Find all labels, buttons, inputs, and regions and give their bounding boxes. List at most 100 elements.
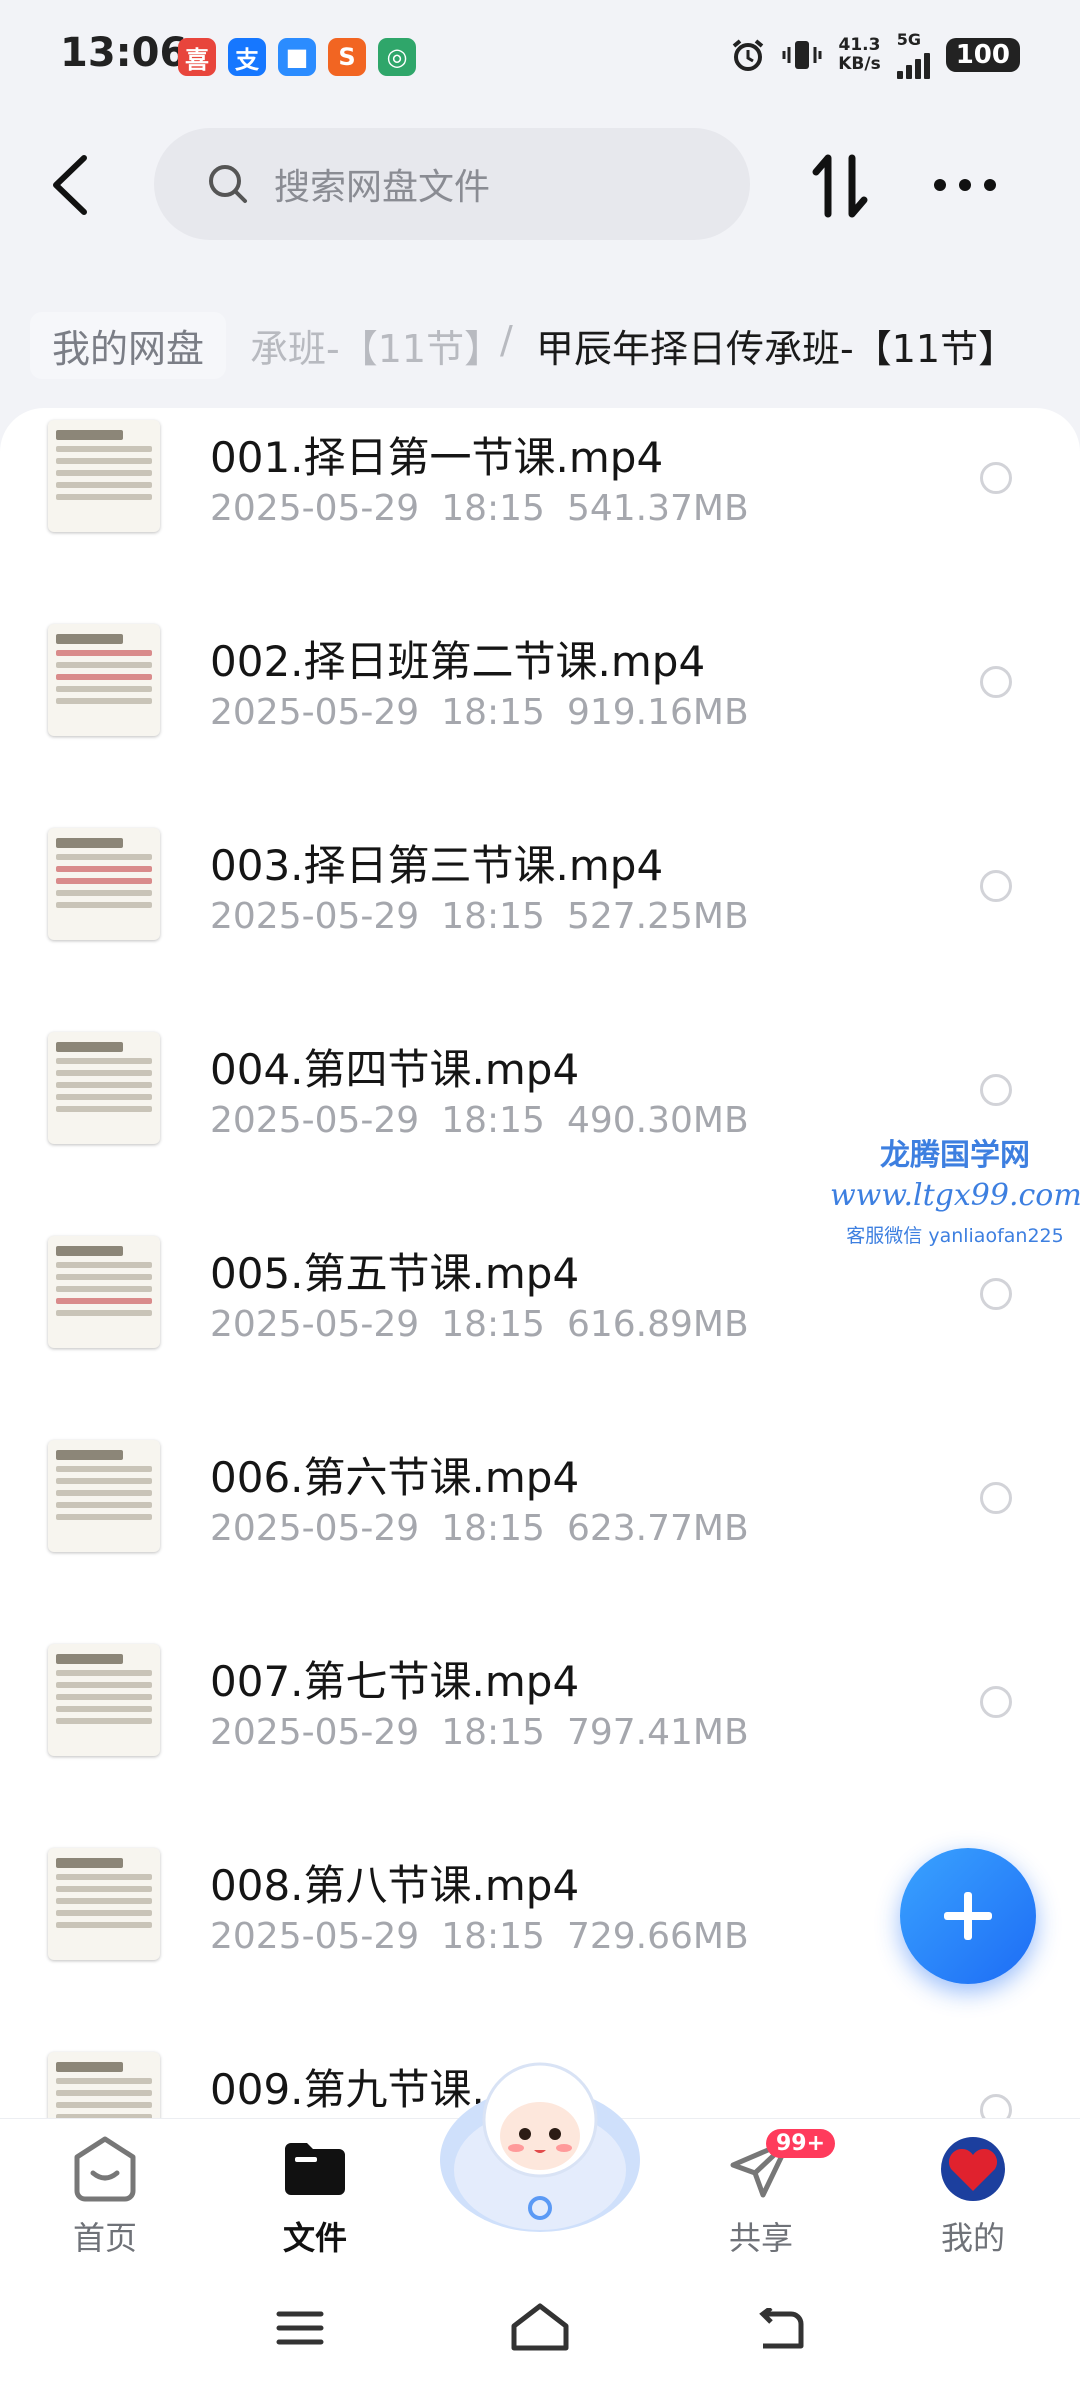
app-blue-icon: ■ <box>278 38 316 76</box>
file-row[interactable]: 003.择日第三节课.mp4 2025-05-29 18:15 527.25MB <box>0 816 1080 1020</box>
file-meta: 2025-05-29 18:15 490.30MB <box>210 1100 749 1141</box>
video-thumbnail <box>48 624 160 736</box>
file-meta: 2025-05-29 18:15 541.37MB <box>210 488 749 529</box>
home-face-icon <box>74 2136 136 2202</box>
file-row[interactable]: 001.择日第一节课.mp4 2025-05-29 18:15 541.37MB <box>0 408 1080 612</box>
network-speed: 41.3 KB/s <box>838 34 881 74</box>
more-options-icon[interactable] <box>930 165 1000 205</box>
tab-me[interactable]: 我的 <box>898 2133 1048 2259</box>
search-placeholder: 搜索网盘文件 <box>274 167 491 208</box>
file-name: 006.第六节课.mp4 <box>210 1453 580 1502</box>
back-icon[interactable] <box>755 2308 805 2352</box>
mascot-button[interactable] <box>430 2040 650 2240</box>
file-meta: 2025-05-29 18:15 527.25MB <box>210 896 749 937</box>
select-radio[interactable] <box>980 870 1012 902</box>
file-size: 541.37MB <box>566 488 749 529</box>
breadcrumb-root[interactable]: 我的网盘 <box>30 312 227 379</box>
select-radio[interactable] <box>980 1278 1012 1310</box>
file-meta: 2025-05-29 18:15 729.66MB <box>210 1916 749 1957</box>
heart-avatar-icon <box>941 2137 1005 2201</box>
file-row[interactable]: 006.第六节课.mp4 2025-05-29 18:15 623.77MB <box>0 1428 1080 1632</box>
file-meta: 2025-05-29 18:15 623.77MB <box>210 1508 749 1549</box>
file-name: 005.第五节课.mp4 <box>210 1249 580 1298</box>
file-size: 490.30MB <box>566 1100 749 1141</box>
file-date: 2025-05-29 <box>210 1100 420 1141</box>
file-name: 008.第八节课.mp4 <box>210 1861 580 1910</box>
file-time: 18:15 <box>441 1508 545 1549</box>
sort-icon[interactable] <box>810 150 870 222</box>
folder-icon <box>285 2143 345 2195</box>
video-thumbnail <box>48 1440 160 1552</box>
file-date: 2025-05-29 <box>210 692 420 733</box>
video-thumbnail <box>48 1236 160 1348</box>
signal-type: 5G <box>896 30 921 49</box>
file-name: 007.第七节课.mp4 <box>210 1657 580 1706</box>
file-row[interactable]: 007.第七节课.mp4 2025-05-29 18:15 797.41MB <box>0 1632 1080 1836</box>
tab-share[interactable]: 99+ 共享 <box>686 2129 836 2259</box>
video-thumbnail <box>48 828 160 940</box>
tab-home[interactable]: 首页 <box>30 2133 180 2259</box>
video-thumbnail <box>48 1032 160 1144</box>
breadcrumb-parent[interactable]: 承班-【11节】 <box>250 318 502 373</box>
video-thumbnail <box>48 1848 160 1960</box>
breadcrumb: 承班-【11节】 我的网盘 / 甲辰年择日传承班-【11节】 <box>0 300 1080 390</box>
search-bar[interactable]: 搜索网盘文件 <box>154 128 750 240</box>
network-speed-unit: KB/s <box>838 53 881 74</box>
vibrate-icon <box>782 40 822 69</box>
file-name: 001.择日第一节课.mp4 <box>210 433 664 482</box>
back-arrow-icon[interactable] <box>44 150 100 220</box>
file-date: 2025-05-29 <box>210 896 420 937</box>
file-size: 616.89MB <box>566 1304 749 1345</box>
watermark-url: www.ltgx99.com <box>830 1178 1080 1213</box>
file-date: 2025-05-29 <box>210 488 420 529</box>
file-date: 2025-05-29 <box>210 1508 420 1549</box>
file-row[interactable]: 002.择日班第二节课.mp4 2025-05-29 18:15 919.16MB <box>0 612 1080 816</box>
signal-bars-icon <box>896 49 930 79</box>
tab-share-label: 共享 <box>728 2219 793 2257</box>
tab-files-label: 文件 <box>282 2219 347 2257</box>
file-row[interactable]: 005.第五节课.mp4 2025-05-29 18:15 616.89MB <box>0 1224 1080 1428</box>
file-meta: 2025-05-29 18:15 616.89MB <box>210 1304 749 1345</box>
menu-icon[interactable] <box>275 2308 325 2348</box>
tab-files[interactable]: 文件 <box>240 2133 390 2259</box>
file-time: 18:15 <box>441 1100 545 1141</box>
clock: 13:06 <box>60 30 188 76</box>
video-thumbnail <box>48 420 160 532</box>
system-nav-bar <box>0 2258 1080 2400</box>
home-icon[interactable] <box>508 2302 572 2352</box>
select-radio[interactable] <box>980 2094 1012 2118</box>
app-red-icon: 喜 <box>178 38 216 76</box>
file-time: 18:15 <box>441 488 545 529</box>
notification-icons: 喜支 ■ S ◎ <box>178 38 416 76</box>
file-date: 2025-05-29 <box>210 1712 420 1753</box>
file-size: 797.41MB <box>566 1712 749 1753</box>
file-time: 18:15 <box>441 896 545 937</box>
select-radio[interactable] <box>980 1686 1012 1718</box>
select-radio[interactable] <box>980 666 1012 698</box>
file-name: 004.第四节课.mp4 <box>210 1045 580 1094</box>
tab-home-label: 首页 <box>72 2219 137 2257</box>
file-name: 003.择日第三节课.mp4 <box>210 841 664 890</box>
file-meta: 2025-05-29 18:15 797.41MB <box>210 1712 749 1753</box>
select-radio[interactable] <box>980 1074 1012 1106</box>
alarm-icon <box>732 38 764 71</box>
file-time: 18:15 <box>441 1304 545 1345</box>
file-time: 18:15 <box>441 1916 545 1957</box>
app-green-icon: ◎ <box>378 38 416 76</box>
add-button[interactable] <box>900 1848 1036 1984</box>
video-thumbnail <box>48 2052 160 2118</box>
select-radio[interactable] <box>980 1482 1012 1514</box>
file-date: 2025-05-29 <box>210 1916 420 1957</box>
file-list[interactable]: 001.择日第一节课.mp4 2025-05-29 18:15 541.37MB 002… <box>0 408 1080 2118</box>
search-icon <box>209 165 247 203</box>
network-speed-value: 41.3 <box>838 34 881 55</box>
file-size: 729.66MB <box>566 1916 749 1957</box>
status-bar: 13:06 喜支 ■ S ◎ 41.3 KB/s 5G 100 <box>0 0 1080 120</box>
file-size: 919.16MB <box>566 692 749 733</box>
share-badge: 99+ <box>766 2129 836 2158</box>
video-thumbnail <box>48 1644 160 1756</box>
select-radio[interactable] <box>980 462 1012 494</box>
file-name: 002.择日班第二节课.mp4 <box>210 637 706 686</box>
file-time: 18:15 <box>441 692 545 733</box>
sogou-icon: S <box>328 38 366 76</box>
